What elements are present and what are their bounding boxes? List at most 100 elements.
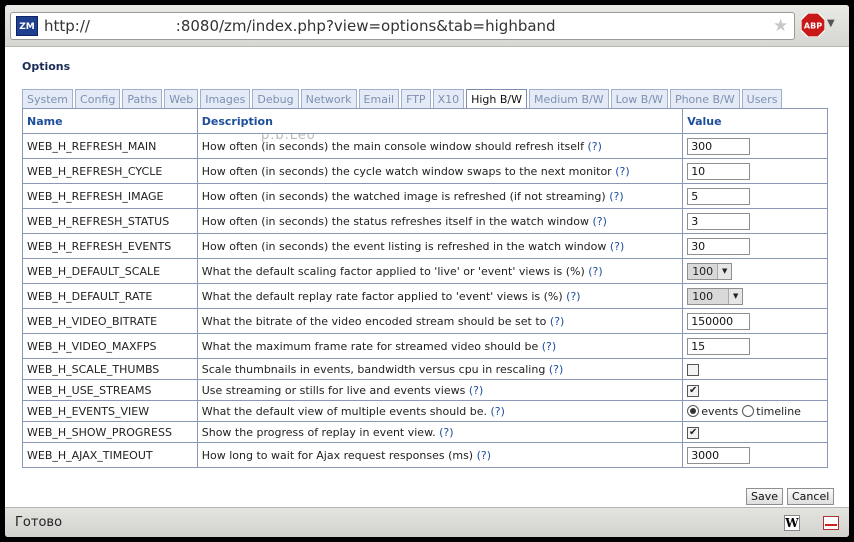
option-value-input[interactable] [687,337,751,355]
select-value: 100 [692,264,714,278]
table-row: WEB_H_SCALE_THUMBS Scale thumbnails in ev… [22,358,828,380]
option-value-cell: ✔ [682,379,828,401]
tab-users[interactable]: Users [741,89,783,109]
help-link[interactable]: (?) [615,165,629,178]
tab-email[interactable]: Email [358,89,400,109]
select-value: 100 [692,289,714,303]
help-link[interactable]: (?) [549,363,563,376]
option-description: What the default view of multiple events… [201,404,487,418]
option-value-cell [682,358,828,380]
tab-low-b-w[interactable]: Low B/W [610,89,668,109]
adblock-dropdown-icon[interactable]: ▼ [827,18,835,29]
options-tabs: System Config Paths Web Images Debug Network Em… [22,89,784,110]
option-description: How long to wait for Ajax request respon… [201,448,474,462]
table-row: WEB_H_SHOW_PROGRESS Show the progress of … [22,421,828,443]
option-value-input[interactable] [687,187,751,205]
radio-events[interactable] [687,405,700,418]
help-link[interactable]: (?) [610,240,624,253]
column-header-description: Description [196,108,684,134]
option-description-cell: How often (in seconds) the cycle watch w… [196,158,684,184]
option-description: How often (in seconds) the main console … [201,139,584,153]
tab-network[interactable]: Network [300,89,357,109]
option-value-cell: 100 ▼ [682,258,828,284]
option-select[interactable]: 100 ▼ [687,287,744,305]
table-row: WEB_H_REFRESH_STATUS How often (in second… [22,208,828,234]
chevron-down-icon[interactable]: ▼ [728,288,743,304]
page-title: Options [22,60,71,73]
option-checkbox[interactable] [687,363,700,376]
tab-phone-b-w[interactable]: Phone B/W [669,89,740,109]
help-link[interactable]: (?) [592,215,606,228]
option-value-cell [682,333,828,359]
table-row: WEB_H_REFRESH_EVENTS How often (in second… [22,233,828,259]
help-link[interactable]: (?) [439,426,453,439]
tab-high-b-w[interactable]: High B/W [466,89,528,110]
option-description-cell: What the maximum frame rate for streamed… [196,333,684,359]
help-link[interactable]: (?) [477,449,491,462]
address-text[interactable]: http:// :8080/zm/index.php?view=options&… [44,17,556,35]
cancel-button[interactable]: Cancel [787,488,835,505]
option-name: WEB_H_AJAX_TIMEOUT [22,442,198,468]
help-link[interactable]: (?) [566,290,580,303]
w-extension-icon[interactable]: W [784,515,800,531]
help-link[interactable]: (?) [609,190,623,203]
option-description-cell: Scale thumbnails in events, bandwidth ve… [196,358,684,380]
table-row: WEB_H_REFRESH_CYCLE How often (in seconds… [22,158,828,184]
table-row: WEB_H_EVENTS_VIEW What the default view o… [22,400,828,422]
mail-icon[interactable] [823,516,839,530]
option-description: How often (in seconds) the cycle watch w… [201,164,612,178]
table-row: WEB_H_DEFAULT_RATE What the default repla… [22,283,828,309]
option-name: WEB_H_EVENTS_VIEW [22,400,198,422]
radio-timeline[interactable] [742,405,755,418]
option-name: WEB_H_SHOW_PROGRESS [22,421,198,443]
option-description: Show the progress of replay in event vie… [201,425,436,439]
option-value-input[interactable] [687,212,751,230]
option-value-cell [682,308,828,334]
adblock-plus-icon[interactable]: ABP [801,13,825,37]
help-link[interactable]: (?) [542,340,556,353]
option-value-cell [682,133,828,159]
option-description: Use streaming or stills for live and eve… [201,383,466,397]
tab-system[interactable]: System [22,89,74,109]
tab-images[interactable]: Images [200,89,251,109]
tab-medium-b-w[interactable]: Medium B/W [529,89,609,109]
tab-ftp[interactable]: FTP [401,89,431,109]
option-checkbox[interactable]: ✔ [687,384,700,397]
page-content: Options p.b.Leo System Config Paths Web Imag… [5,47,849,507]
chevron-down-icon[interactable]: ▼ [717,263,732,279]
tab-x10[interactable]: X10 [432,89,465,109]
help-link[interactable]: (?) [469,384,483,397]
option-name: WEB_H_VIDEO_MAXFPS [22,333,198,359]
tab-web[interactable]: Web [164,89,199,109]
help-link[interactable]: (?) [550,315,564,328]
option-value-input[interactable] [687,137,751,155]
option-description: How often (in seconds) the watched image… [201,189,606,203]
bookmark-star-icon[interactable]: ★ [773,16,788,36]
tab-debug[interactable]: Debug [252,89,299,109]
tab-config[interactable]: Config [75,89,121,109]
save-button[interactable]: Save [746,488,784,505]
column-header-name: Name [22,108,198,134]
option-description-cell: What the default view of multiple events… [196,400,684,422]
status-bar: Готово W [5,507,849,537]
address-field[interactable]: ZM http:// :8080/zm/index.php?view=optio… [10,12,795,40]
option-value-cell: events timeline [682,400,828,422]
option-checkbox[interactable]: ✔ [687,426,700,439]
help-link[interactable]: (?) [587,140,601,153]
option-description-cell: How often (in seconds) the event listing… [196,233,684,259]
help-link[interactable]: (?) [588,265,602,278]
option-description-cell: What the default replay rate factor appl… [196,283,684,309]
option-value-cell: ✔ [682,421,828,443]
option-value-input[interactable] [687,237,751,255]
option-value-input[interactable] [687,446,751,464]
option-value-cell [682,183,828,209]
option-value-input[interactable] [687,312,751,330]
option-description-cell: Show the progress of replay in event vie… [196,421,684,443]
tab-paths[interactable]: Paths [122,89,163,109]
option-description: What the bitrate of the video encoded st… [201,314,547,328]
option-name: WEB_H_DEFAULT_SCALE [22,258,198,284]
status-text: Готово [15,515,63,530]
option-select[interactable]: 100 ▼ [687,262,733,280]
option-value-input[interactable] [687,162,751,180]
help-link[interactable]: (?) [490,405,504,418]
